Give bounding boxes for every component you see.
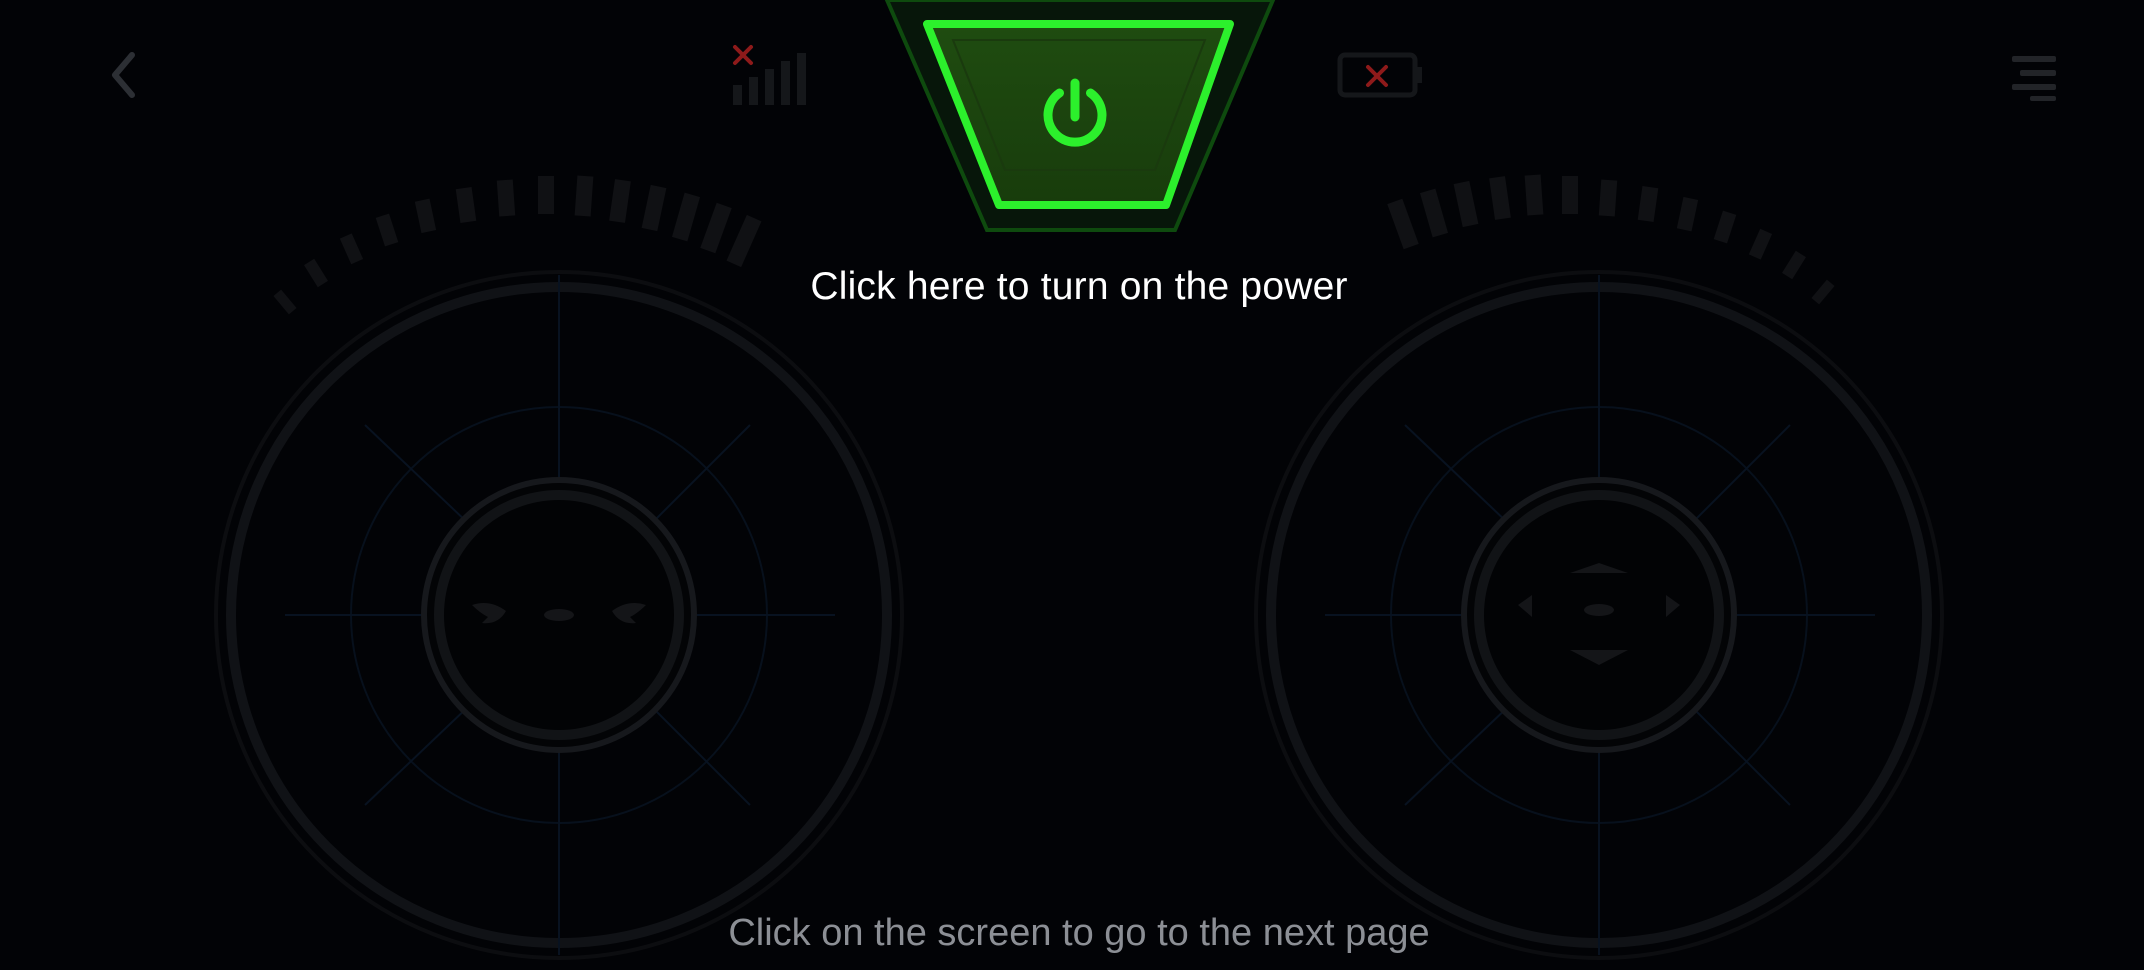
battery-indicator [1330,45,1430,105]
left-joystick[interactable] [210,265,910,965]
right-joystick[interactable] [1250,265,1950,965]
menu-lines-icon [2012,56,2056,101]
menu-button[interactable] [2000,48,2070,108]
chevron-left-icon [112,52,135,98]
power-hint-text: Click here to turn on the power [810,265,1348,308]
red-x-icon [733,45,753,65]
battery-icon [1337,52,1422,98]
signal-indicator [725,35,835,110]
back-button[interactable] [90,40,160,110]
red-x-icon [1366,65,1388,87]
app-screen[interactable]: Click here to turn on the power Click on… [0,0,2144,963]
power-button[interactable] [875,0,1276,240]
signal-bars-icon [733,53,806,105]
next-page-hint: Click on the screen to go to the next pa… [728,912,1430,954]
